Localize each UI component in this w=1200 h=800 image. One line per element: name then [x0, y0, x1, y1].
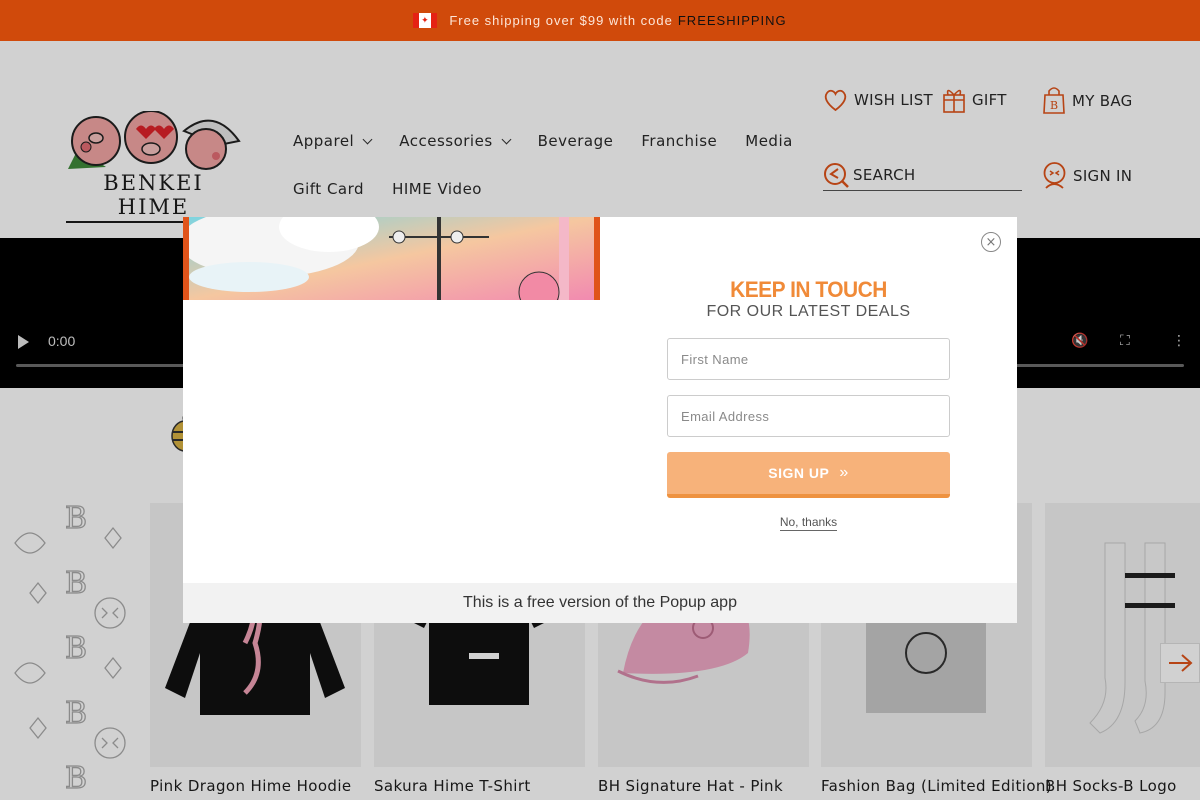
email-field[interactable] [667, 395, 950, 437]
no-thanks-link[interactable]: No, thanks [600, 515, 1017, 531]
promo-code: FREESHIPPING [677, 13, 787, 28]
popup-subheading: FOR OUR LATEST DEALS [706, 303, 911, 320]
popup-heading: KEEP IN TOUCH [730, 277, 887, 302]
canada-flag-icon: ✦ [413, 13, 438, 28]
signup-button[interactable]: SIGN UP » [667, 452, 950, 498]
close-icon[interactable]: × [981, 232, 1001, 252]
announcement-bar: ✦ Free shipping over $99 with code FREES… [0, 0, 1200, 41]
double-chevron-right-icon: » [839, 464, 849, 481]
newsletter-popup: × KEEP IN TOUCH FOR OUR LATEST DEALS SIG… [183, 217, 1017, 623]
popup-banner-image [183, 217, 600, 300]
first-name-field[interactable] [667, 338, 950, 380]
announcement-text: Free shipping over $99 with code [449, 13, 673, 28]
sky-illustration-icon [189, 217, 594, 300]
popup-footer: This is a free version of the Popup app [183, 583, 1017, 623]
